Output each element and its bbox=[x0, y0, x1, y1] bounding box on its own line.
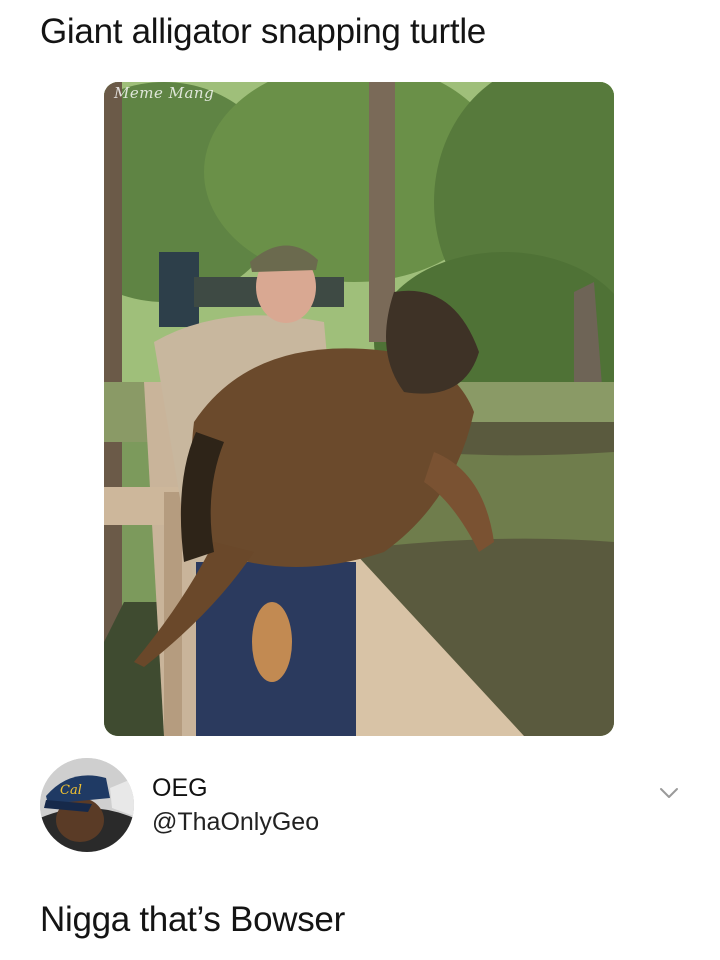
chevron-down-icon[interactable] bbox=[658, 782, 680, 804]
turtle-photo-image bbox=[104, 82, 614, 736]
quoted-text: Giant alligator snapping turtle bbox=[40, 12, 486, 51]
author-row: Cal OEG @ThaOnlyGeo bbox=[40, 758, 690, 858]
watermark: Meme Mang bbox=[114, 84, 215, 102]
display-name[interactable]: OEG bbox=[152, 774, 208, 803]
post-photo[interactable]: Meme Mang bbox=[104, 82, 614, 736]
avatar-image: Cal bbox=[40, 758, 134, 852]
avatar-cap-text: Cal bbox=[60, 783, 82, 798]
handle[interactable]: @ThaOnlyGeo bbox=[152, 808, 319, 837]
avatar[interactable]: Cal bbox=[40, 758, 134, 852]
tweet-text: Nigga that’s Bowser bbox=[40, 900, 345, 939]
